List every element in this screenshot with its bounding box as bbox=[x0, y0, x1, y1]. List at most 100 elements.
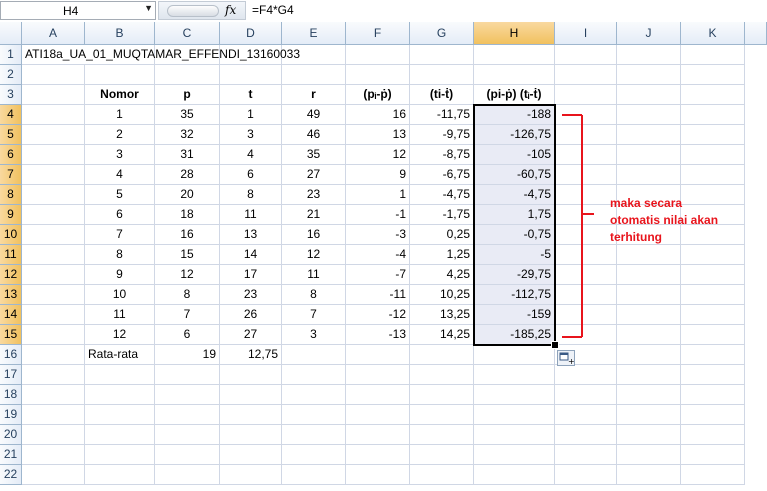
cell-g8[interactable]: -4,75 bbox=[410, 185, 474, 205]
cell-e11[interactable]: 12 bbox=[282, 245, 346, 265]
cell-j16[interactable] bbox=[617, 345, 681, 365]
cell-j7[interactable] bbox=[617, 165, 681, 185]
column-header-b[interactable]: B bbox=[85, 22, 155, 45]
cell-j22[interactable] bbox=[617, 465, 681, 485]
fill-handle[interactable] bbox=[551, 341, 559, 349]
cell-j2[interactable] bbox=[617, 65, 681, 85]
cell-g12[interactable]: 4,25 bbox=[410, 265, 474, 285]
cell-c12[interactable]: 12 bbox=[155, 265, 220, 285]
cell-k6[interactable] bbox=[681, 145, 745, 165]
cell-f2[interactable] bbox=[346, 65, 410, 85]
cell-c20[interactable] bbox=[155, 425, 220, 445]
cell-a18[interactable] bbox=[22, 385, 85, 405]
name-box[interactable]: H4 ▼ bbox=[0, 1, 156, 20]
cell-g18[interactable] bbox=[410, 385, 474, 405]
cell-k13[interactable] bbox=[681, 285, 745, 305]
row-header-19[interactable]: 19 bbox=[0, 405, 22, 425]
cell-b5[interactable]: 2 bbox=[85, 125, 155, 145]
header-h[interactable]: (pi-ṗ) (tᵢ-ṫ) bbox=[474, 85, 555, 105]
cell-g6[interactable]: -8,75 bbox=[410, 145, 474, 165]
cell-e15[interactable]: 3 bbox=[282, 325, 346, 345]
cell-c22[interactable] bbox=[155, 465, 220, 485]
cell-c17[interactable] bbox=[155, 365, 220, 385]
cell-k16[interactable] bbox=[681, 345, 745, 365]
cell-j12[interactable] bbox=[617, 265, 681, 285]
cell-j5[interactable] bbox=[617, 125, 681, 145]
column-header-partial[interactable] bbox=[745, 22, 767, 45]
formula-bar-resize-handle[interactable] bbox=[167, 5, 219, 17]
cell-f17[interactable] bbox=[346, 365, 410, 385]
cell-e19[interactable] bbox=[282, 405, 346, 425]
cell-d9[interactable]: 11 bbox=[220, 205, 282, 225]
cell-k2[interactable] bbox=[681, 65, 745, 85]
row-header-7[interactable]: 7 bbox=[0, 165, 22, 185]
row-header-4[interactable]: 4 bbox=[0, 105, 22, 125]
column-header-g[interactable]: G bbox=[410, 22, 474, 45]
cell-k5[interactable] bbox=[681, 125, 745, 145]
row-header-16[interactable]: 16 bbox=[0, 345, 22, 365]
cell-b19[interactable] bbox=[85, 405, 155, 425]
cell-i13[interactable] bbox=[555, 285, 617, 305]
cell-f22[interactable] bbox=[346, 465, 410, 485]
cell-g16[interactable] bbox=[410, 345, 474, 365]
cell-a2[interactable] bbox=[22, 65, 85, 85]
cell-a7[interactable] bbox=[22, 165, 85, 185]
cell-a11[interactable] bbox=[22, 245, 85, 265]
cell-b15[interactable]: 12 bbox=[85, 325, 155, 345]
cell-i4[interactable] bbox=[555, 105, 617, 125]
cell-i3[interactable] bbox=[555, 85, 617, 105]
cell-d13[interactable]: 23 bbox=[220, 285, 282, 305]
cell-g22[interactable] bbox=[410, 465, 474, 485]
row-header-15[interactable]: 15 bbox=[0, 325, 22, 345]
cell-c9[interactable]: 18 bbox=[155, 205, 220, 225]
cell-e12[interactable]: 11 bbox=[282, 265, 346, 285]
cell-h20[interactable] bbox=[474, 425, 555, 445]
cell-c18[interactable] bbox=[155, 385, 220, 405]
cell-f20[interactable] bbox=[346, 425, 410, 445]
cell-e21[interactable] bbox=[282, 445, 346, 465]
cell-k11[interactable] bbox=[681, 245, 745, 265]
cell-g15[interactable]: 14,25 bbox=[410, 325, 474, 345]
cell-d6[interactable]: 4 bbox=[220, 145, 282, 165]
row-header-13[interactable]: 13 bbox=[0, 285, 22, 305]
cell-e7[interactable]: 27 bbox=[282, 165, 346, 185]
cell-c19[interactable] bbox=[155, 405, 220, 425]
column-header-d[interactable]: D bbox=[220, 22, 282, 45]
cell-i5[interactable] bbox=[555, 125, 617, 145]
cell-b18[interactable] bbox=[85, 385, 155, 405]
cell-j6[interactable] bbox=[617, 145, 681, 165]
cell-a22[interactable] bbox=[22, 465, 85, 485]
cell-d19[interactable] bbox=[220, 405, 282, 425]
column-header-c[interactable]: C bbox=[155, 22, 220, 45]
row-header-2[interactable]: 2 bbox=[0, 65, 22, 85]
cell-d21[interactable] bbox=[220, 445, 282, 465]
cell-i11[interactable] bbox=[555, 245, 617, 265]
cell-j15[interactable] bbox=[617, 325, 681, 345]
cell-b12[interactable]: 9 bbox=[85, 265, 155, 285]
cell-g17[interactable] bbox=[410, 365, 474, 385]
average-label[interactable]: Rata-rata bbox=[85, 345, 155, 365]
cell-a3[interactable] bbox=[22, 85, 85, 105]
cell-f18[interactable] bbox=[346, 385, 410, 405]
cell-j1[interactable] bbox=[617, 45, 681, 65]
cell-h16[interactable] bbox=[474, 345, 555, 365]
row-header-20[interactable]: 20 bbox=[0, 425, 22, 445]
cell-c11[interactable]: 15 bbox=[155, 245, 220, 265]
cell-f8[interactable]: 1 bbox=[346, 185, 410, 205]
cell-b8[interactable]: 5 bbox=[85, 185, 155, 205]
cell-b21[interactable] bbox=[85, 445, 155, 465]
cell-e20[interactable] bbox=[282, 425, 346, 445]
cell-k4[interactable] bbox=[681, 105, 745, 125]
cell-c8[interactable]: 20 bbox=[155, 185, 220, 205]
cell-e4[interactable]: 49 bbox=[282, 105, 346, 125]
column-header-a[interactable]: A bbox=[22, 22, 85, 45]
cell-c5[interactable]: 32 bbox=[155, 125, 220, 145]
cell-b2[interactable] bbox=[85, 65, 155, 85]
cell-k20[interactable] bbox=[681, 425, 745, 445]
cell-b14[interactable]: 11 bbox=[85, 305, 155, 325]
cell-b13[interactable]: 10 bbox=[85, 285, 155, 305]
cell-k14[interactable] bbox=[681, 305, 745, 325]
cell-b22[interactable] bbox=[85, 465, 155, 485]
cell-a12[interactable] bbox=[22, 265, 85, 285]
cell-d12[interactable]: 17 bbox=[220, 265, 282, 285]
